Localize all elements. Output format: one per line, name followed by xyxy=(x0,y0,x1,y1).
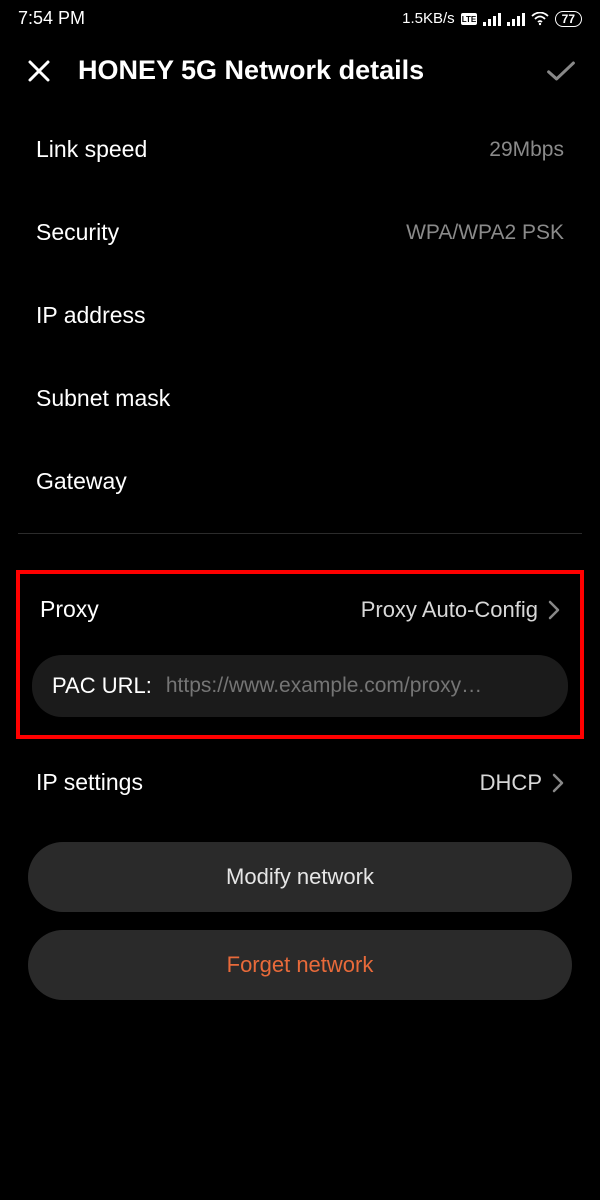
status-right: 1.5KB/s LTE 77 xyxy=(402,10,582,27)
proxy-label: Proxy xyxy=(40,596,99,623)
signal-icon xyxy=(483,12,501,26)
ip-settings-label: IP settings xyxy=(36,769,143,796)
wifi-icon xyxy=(531,12,549,26)
close-button[interactable] xyxy=(24,56,54,86)
proxy-value-wrap: Proxy Auto-Config xyxy=(361,597,560,623)
subnet-mask-label: Subnet mask xyxy=(36,385,170,412)
chevron-right-icon xyxy=(548,600,560,620)
ip-address-label: IP address xyxy=(36,302,146,329)
row-proxy[interactable]: Proxy Proxy Auto-Config xyxy=(20,574,580,649)
row-subnet-mask: Subnet mask xyxy=(0,357,600,440)
security-value: WPA/WPA2 PSK xyxy=(406,221,564,245)
ip-settings-value: DHCP xyxy=(480,770,542,796)
security-label: Security xyxy=(36,219,119,246)
button-group: Modify network Forget network xyxy=(0,826,600,1018)
link-speed-value: 29Mbps xyxy=(489,138,564,162)
link-speed-label: Link speed xyxy=(36,136,147,163)
row-security: Security WPA/WPA2 PSK xyxy=(0,191,600,274)
proxy-highlight-box: Proxy Proxy Auto-Config PAC URL: xyxy=(16,570,584,739)
network-speed: 1.5KB/s xyxy=(402,10,455,27)
confirm-button[interactable] xyxy=(546,56,576,86)
status-bar: 7:54 PM 1.5KB/s LTE 77 xyxy=(0,0,600,33)
gateway-label: Gateway xyxy=(36,468,127,495)
row-gateway: Gateway xyxy=(0,440,600,523)
forget-network-button[interactable]: Forget network xyxy=(28,930,572,1000)
battery-indicator: 77 xyxy=(555,11,582,27)
row-ip-address: IP address xyxy=(0,274,600,357)
pac-url-field[interactable]: PAC URL: xyxy=(32,655,568,717)
volte-icon: LTE xyxy=(461,13,477,25)
ip-settings-value-wrap: DHCP xyxy=(480,770,564,796)
titlebar: HONEY 5G Network details xyxy=(0,33,600,108)
row-ip-settings[interactable]: IP settings DHCP xyxy=(0,739,600,826)
content: Link speed 29Mbps Security WPA/WPA2 PSK … xyxy=(0,108,600,1018)
pac-url-label: PAC URL: xyxy=(52,673,152,699)
signal-icon-2 xyxy=(507,12,525,26)
chevron-right-icon xyxy=(552,773,564,793)
divider xyxy=(18,533,582,534)
svg-text:LTE: LTE xyxy=(461,15,476,24)
modify-network-button[interactable]: Modify network xyxy=(28,842,572,912)
page-title: HONEY 5G Network details xyxy=(78,55,522,86)
proxy-value: Proxy Auto-Config xyxy=(361,597,538,623)
clock: 7:54 PM xyxy=(18,8,85,29)
row-link-speed: Link speed 29Mbps xyxy=(0,108,600,191)
pac-url-input[interactable] xyxy=(166,674,548,698)
